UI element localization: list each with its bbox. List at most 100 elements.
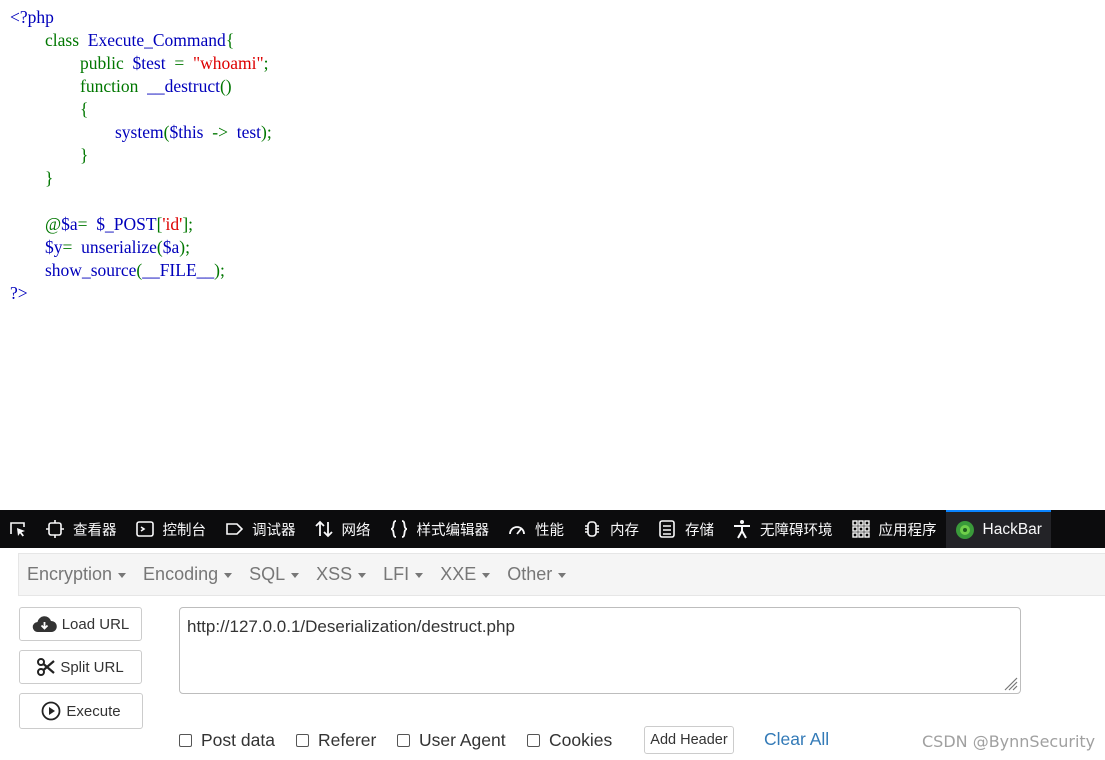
network-icon [314,520,333,538]
code-token: { [10,99,89,119]
inspector-icon [46,520,64,538]
menu-xss[interactable]: XSS [316,564,367,585]
tab-label: 样式编辑器 [416,522,490,539]
play-circle-icon [41,701,61,721]
referer-checkbox[interactable] [296,734,309,747]
tab-label: 性能 [535,522,564,539]
scissors-icon [37,658,56,676]
menu-encryption[interactable]: Encryption [27,564,127,585]
tab-hackbar[interactable]: HackBar [945,510,1051,548]
php-source-code: <?php class Execute_Command{ public $tes… [10,6,272,305]
code-token: "whoami" [192,53,264,73]
code-token: <?php [10,7,54,27]
resize-grip-icon[interactable] [1002,675,1018,691]
code-token: } [10,145,89,165]
cookies-label: Cookies [549,730,613,750]
split-url-button[interactable]: Split URL [19,650,142,684]
code-token: __destruct [147,76,220,96]
split-url-label: Split URL [60,658,124,676]
tab-console[interactable]: 控制台 [126,510,216,548]
code-token: ]; [182,214,194,234]
watermark: CSDN @BynnSecurity [922,732,1096,751]
tab-storage[interactable]: 存储 [648,510,723,548]
menu-other[interactable]: Other [507,564,567,585]
element-picker-button[interactable] [0,510,36,548]
tab-label: 应用程序 [878,522,937,539]
code-line: $y= unserialize($a); [10,236,272,259]
hackbar-menu-bar: Encryption Encoding SQL XSS LFI XXE Other [18,553,1105,596]
code-token: ); [214,260,225,280]
clear-all-link[interactable]: Clear All [764,729,829,750]
menu-sql[interactable]: SQL [249,564,300,585]
code-token: $test [132,53,175,73]
tab-label: 存储 [685,522,714,539]
style-editor-icon [390,520,407,538]
cookies-option[interactable]: Cookies [527,730,612,751]
code-token: ?> [10,283,28,303]
memory-icon [585,521,599,537]
debugger-icon [226,523,244,535]
tab-style-editor[interactable]: 样式编辑器 [380,510,499,548]
code-token: = [174,53,193,73]
element-picker-icon [10,522,25,537]
user-agent-checkbox[interactable] [397,734,410,747]
tab-memory[interactable]: 内存 [573,510,648,548]
post-data-checkbox[interactable] [179,734,192,747]
execute-button[interactable]: Execute [19,693,143,729]
tab-inspector[interactable]: 查看器 [36,510,126,548]
devtools-toolbar: 查看器 控制台 调试器 网络 样式编辑器 性能 内存 存储 无障碍环境 应用程序 HackBar [0,510,1105,548]
tab-network[interactable]: 网络 [305,510,380,548]
menu-encoding[interactable]: Encoding [143,564,233,585]
tab-label: 无障碍环境 [760,522,833,539]
caret-down-icon [118,573,127,578]
code-token: ); [179,237,190,257]
code-token: ); [261,122,272,142]
add-header-button[interactable]: Add Header [644,726,734,754]
code-token: -> [212,122,237,142]
code-token: $y [45,237,63,257]
tab-performance[interactable]: 性能 [498,510,573,548]
code-line: } [10,167,272,190]
console-icon [135,521,154,537]
code-token: public [10,53,133,73]
user-agent-option[interactable]: User Agent [397,730,506,751]
code-line: public $test = "whoami"; [10,52,272,75]
code-token: = [77,214,97,234]
performance-icon [509,526,525,535]
menu-label: SQL [249,564,286,584]
code-token: () [219,76,232,96]
accessibility-icon [734,520,750,539]
load-url-label: Load URL [61,615,130,633]
tab-accessibility[interactable]: 无障碍环境 [723,510,842,548]
cookies-checkbox[interactable] [527,734,540,747]
code-line: show_source(__FILE__); [10,259,272,282]
tab-debugger[interactable]: 调试器 [215,510,305,548]
code-token: Execute_Command [87,30,226,50]
tab-label: 查看器 [73,522,117,539]
load-url-button[interactable]: Load URL [19,607,142,641]
code-token: $a [61,214,78,234]
tab-application[interactable]: 应用程序 [842,510,946,548]
hackbar-icon [955,521,974,539]
code-token: { [225,30,235,50]
code-token: test [236,122,262,142]
tab-label: 控制台 [162,522,207,539]
code-token: $_POST [96,214,157,234]
code-line: { [10,98,272,121]
referer-option[interactable]: Referer [296,730,376,751]
storage-icon [659,520,675,538]
menu-lfi[interactable]: LFI [383,564,424,585]
code-token: 'id' [162,214,183,234]
post-data-label: Post data [201,730,275,750]
post-data-option[interactable]: Post data [179,730,275,751]
code-token: show_source [45,260,137,280]
menu-label: XXE [440,564,477,584]
caret-down-icon [291,573,300,578]
caret-down-icon [482,573,491,578]
caret-down-icon [415,573,424,578]
menu-xxe[interactable]: XXE [440,564,491,585]
url-input[interactable]: http://127.0.0.1/Deserialization/destruc… [179,607,1021,694]
